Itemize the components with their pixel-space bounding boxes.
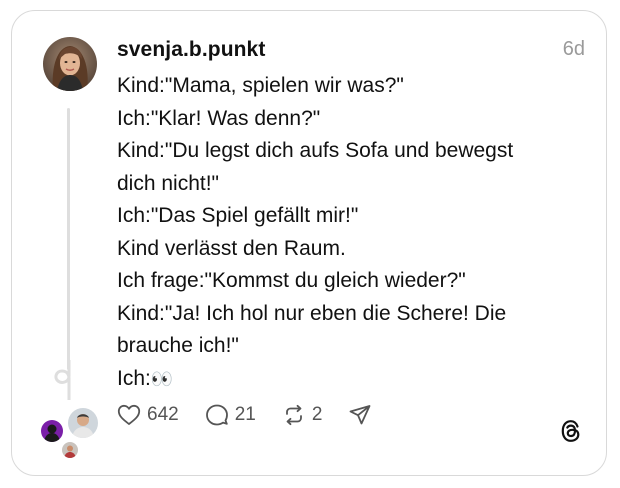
repost-button[interactable]: 2 bbox=[282, 403, 323, 427]
send-icon bbox=[348, 403, 372, 427]
post-line: dich nicht!" bbox=[117, 171, 220, 195]
post-text: Kind:"Mama, spielen wir was?" Ich:"Klar!… bbox=[117, 70, 577, 395]
heart-icon bbox=[117, 404, 141, 426]
repost-icon bbox=[282, 403, 306, 427]
like-button[interactable]: 642 bbox=[117, 404, 179, 426]
repost-count: 2 bbox=[311, 404, 323, 425]
post-line: brauche ich!" bbox=[117, 334, 239, 357]
post-line-prefix: Ich: bbox=[117, 366, 151, 390]
post-line: Ich:"Das Spiel gefällt mir!" bbox=[117, 204, 359, 227]
post-line-last: Ich:👀 bbox=[117, 363, 577, 396]
replier-avatar-3[interactable] bbox=[60, 440, 80, 460]
post-timestamp[interactable]: 6d bbox=[563, 38, 585, 61]
post-line: Kind:"Du legst dich aufs Sofa und bewegs… bbox=[117, 139, 514, 162]
replier-avatar-2[interactable] bbox=[66, 406, 100, 440]
thread-loop-icon bbox=[50, 358, 90, 405]
replier-avatar-1[interactable] bbox=[39, 418, 65, 444]
action-bar: 642 21 2 bbox=[117, 402, 398, 428]
post-line: Kind verlässt den Raum. bbox=[117, 236, 346, 260]
speech-bubble-icon bbox=[205, 403, 229, 427]
thread-connector-line bbox=[67, 108, 70, 370]
reply-count: 21 bbox=[234, 404, 256, 425]
author-avatar[interactable] bbox=[43, 37, 97, 91]
post-line: Ich:"Klar! Was denn?" bbox=[117, 106, 321, 130]
share-button[interactable] bbox=[348, 403, 372, 427]
post-line: Kind:"Mama, spielen wir was?" bbox=[117, 74, 404, 97]
eyes-emoji: 👀 bbox=[150, 368, 174, 389]
reply-button[interactable]: 21 bbox=[205, 403, 256, 427]
author-username[interactable]: svenja.b.punkt bbox=[117, 38, 265, 62]
post-line: Ich frage:"Kommst du gleich wieder?" bbox=[117, 269, 466, 292]
post-line: Kind:"Ja! Ich hol nur eben die Schere! D… bbox=[117, 301, 507, 325]
like-count: 642 bbox=[147, 404, 179, 425]
threads-logo-icon[interactable] bbox=[558, 418, 584, 449]
